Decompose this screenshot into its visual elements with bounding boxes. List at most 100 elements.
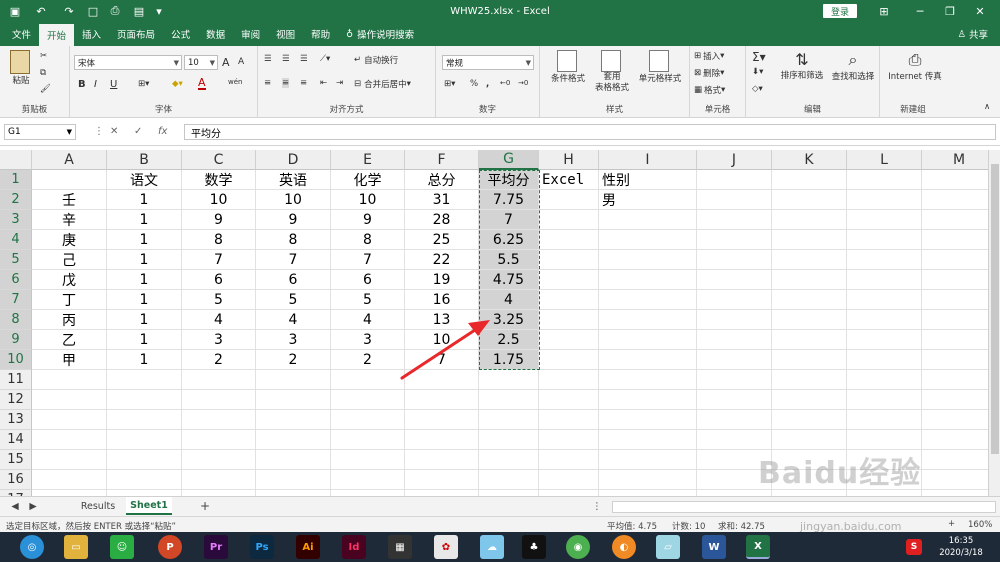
cell[interactable]	[847, 450, 922, 470]
cell[interactable]	[256, 370, 331, 390]
tab-help[interactable]: 帮助	[303, 22, 338, 46]
font-color-button[interactable]: A	[198, 77, 206, 90]
tab-file[interactable]: 文件	[4, 22, 39, 46]
cell[interactable]	[697, 190, 772, 210]
column-header[interactable]: L	[847, 150, 922, 170]
cell[interactable]	[539, 250, 599, 270]
cell[interactable]	[331, 450, 405, 470]
cell[interactable]	[599, 210, 697, 230]
fill-color-icon[interactable]: ◆▾	[172, 79, 183, 89]
tab-home[interactable]: 开始	[39, 22, 75, 46]
cell[interactable]	[107, 390, 182, 410]
cell[interactable]	[922, 430, 988, 450]
cell[interactable]	[697, 330, 772, 350]
cell[interactable]: 2	[182, 350, 256, 370]
cell[interactable]	[772, 470, 847, 490]
column-header[interactable]: B	[107, 150, 182, 170]
cell[interactable]	[847, 170, 922, 190]
cell[interactable]	[539, 390, 599, 410]
cell[interactable]: 1	[107, 330, 182, 350]
prev-sheet-icon[interactable]: ◀	[8, 497, 22, 515]
cell[interactable]	[697, 350, 772, 370]
redo-icon[interactable]: ↷	[62, 0, 76, 22]
open-icon[interactable]: ▤	[132, 0, 146, 22]
cell[interactable]: 13	[405, 310, 479, 330]
cell[interactable]: 1	[107, 290, 182, 310]
cell[interactable]: 7	[256, 250, 331, 270]
cell[interactable]	[539, 350, 599, 370]
conditional-formatting-button[interactable]: 条件格式	[548, 50, 588, 84]
notes-app-icon[interactable]: ▱	[656, 535, 680, 559]
cell[interactable]	[847, 350, 922, 370]
cell[interactable]: 8	[256, 230, 331, 250]
format-painter-icon[interactable]: 🖌	[40, 84, 51, 94]
cell[interactable]: 7	[182, 250, 256, 270]
cell[interactable]: 1	[107, 250, 182, 270]
cell[interactable]	[182, 450, 256, 470]
cell[interactable]: 7.75	[479, 190, 539, 210]
cell[interactable]	[32, 430, 107, 450]
column-header[interactable]: H	[539, 150, 599, 170]
cell[interactable]: 19	[405, 270, 479, 290]
video-editor-icon[interactable]: ▦	[388, 535, 412, 559]
premiere-icon[interactable]: Pr	[204, 535, 228, 559]
cell[interactable]: 乙	[32, 330, 107, 350]
cell[interactable]	[697, 470, 772, 490]
cell[interactable]: 28	[405, 210, 479, 230]
cell[interactable]	[182, 390, 256, 410]
align-middle-icon[interactable]: ☰	[282, 54, 290, 64]
cell[interactable]	[107, 430, 182, 450]
tab-split-icon[interactable]: ⋮	[590, 497, 604, 515]
cell[interactable]	[772, 210, 847, 230]
cell[interactable]	[922, 370, 988, 390]
format-cells-button[interactable]: ▦ 格式 ▾	[694, 84, 725, 96]
cell[interactable]	[922, 450, 988, 470]
cell[interactable]	[331, 430, 405, 450]
cell[interactable]	[599, 350, 697, 370]
zoom-in-icon[interactable]: +	[948, 519, 955, 529]
cell[interactable]: 25	[405, 230, 479, 250]
cell[interactable]	[599, 470, 697, 490]
cell[interactable]: 己	[32, 250, 107, 270]
cell[interactable]	[772, 430, 847, 450]
cell[interactable]	[182, 430, 256, 450]
cell[interactable]: 1	[107, 350, 182, 370]
cell[interactable]	[331, 470, 405, 490]
cell[interactable]: 3	[182, 330, 256, 350]
enter-icon[interactable]: ✓	[134, 126, 142, 137]
cell[interactable]	[772, 370, 847, 390]
wrap-text-button[interactable]: ↵ 自动换行	[354, 54, 398, 66]
column-header[interactable]: E	[331, 150, 405, 170]
row-header[interactable]: 7	[0, 290, 32, 310]
cell[interactable]: 壬	[32, 190, 107, 210]
cell[interactable]	[697, 170, 772, 190]
font-name-select[interactable]: 宋体 ▼	[74, 55, 182, 70]
cell[interactable]: 丙	[32, 310, 107, 330]
cell[interactable]	[922, 410, 988, 430]
cell[interactable]	[772, 350, 847, 370]
cell[interactable]	[772, 250, 847, 270]
cell[interactable]: 4.75	[479, 270, 539, 290]
cell[interactable]	[922, 190, 988, 210]
cell[interactable]: 3	[256, 330, 331, 350]
cell[interactable]	[256, 450, 331, 470]
collapse-ribbon-icon[interactable]: ∧	[984, 102, 990, 112]
cell[interactable]: Excel	[539, 170, 599, 190]
cell[interactable]: 10	[405, 330, 479, 350]
internet-fax-button[interactable]: ⎙ Internet 传真	[884, 50, 946, 82]
cell[interactable]	[847, 330, 922, 350]
cell[interactable]	[772, 310, 847, 330]
row-header[interactable]: 9	[0, 330, 32, 350]
undo-icon[interactable]: ↶	[34, 0, 48, 22]
phonetic-guide-button[interactable]: wén	[228, 78, 242, 86]
tab-formulas[interactable]: 公式	[163, 22, 198, 46]
save-icon[interactable]: ▣	[8, 0, 22, 22]
row-header[interactable]: 8	[0, 310, 32, 330]
cell[interactable]	[847, 390, 922, 410]
row-header[interactable]: 10	[0, 350, 32, 370]
wechat-icon[interactable]: ☺	[110, 535, 134, 559]
colorful-app-icon[interactable]: ✿	[434, 535, 458, 559]
cut-icon[interactable]: ✂	[40, 51, 47, 61]
tab-review[interactable]: 审阅	[233, 22, 268, 46]
cell[interactable]	[847, 250, 922, 270]
